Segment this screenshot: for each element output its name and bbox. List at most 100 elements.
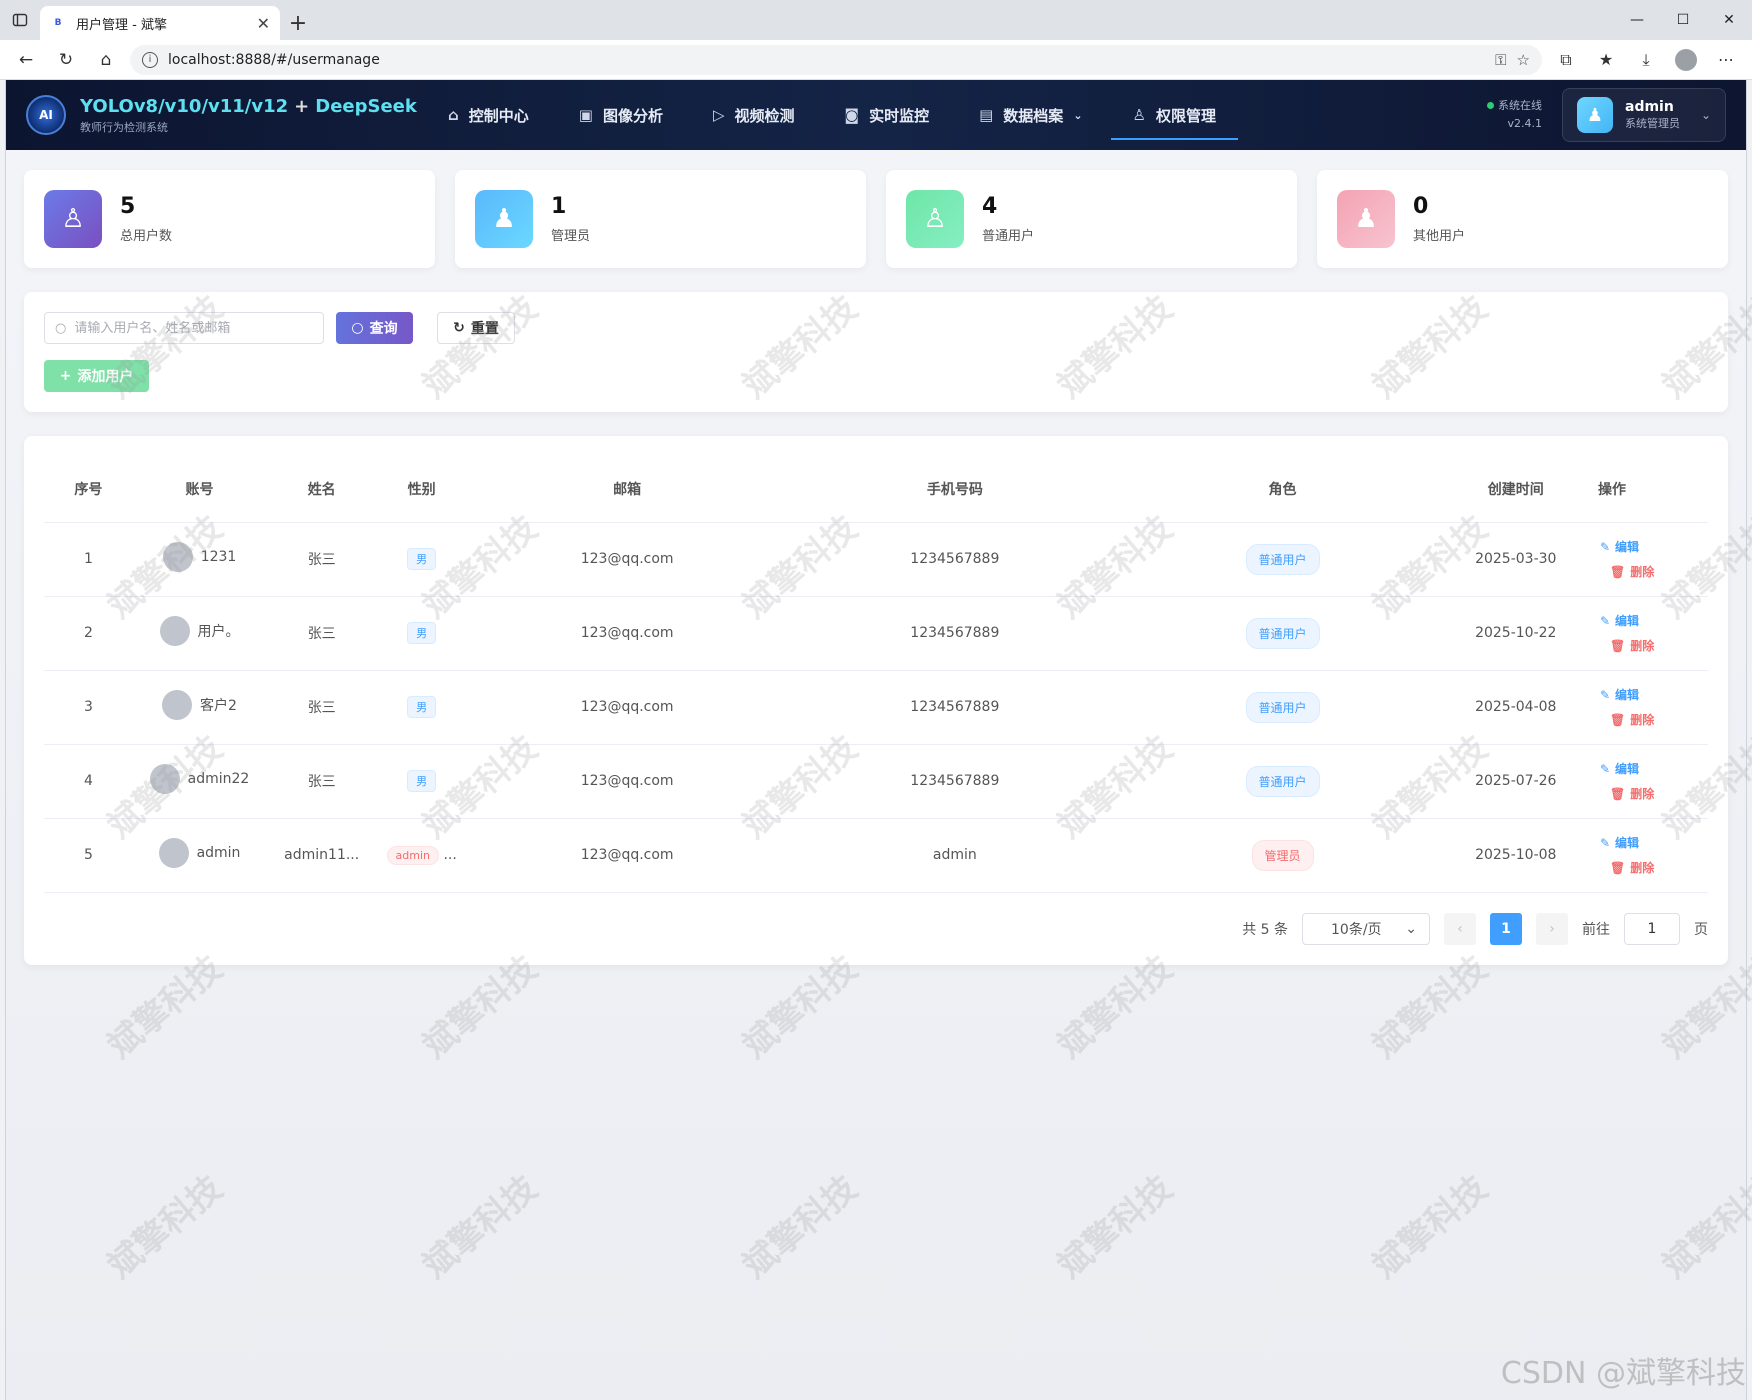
star-icon[interactable]: ☆ <box>1517 51 1530 69</box>
edit-button[interactable]: ✎ 编辑 <box>1600 612 1639 629</box>
user-role: 系统管理员 <box>1625 117 1680 130</box>
cell-created: 2025-03-30 <box>1443 522 1588 597</box>
admin-user-icon: ♟ <box>475 190 533 248</box>
delete-button[interactable]: 🗑 删除 <box>1610 785 1654 802</box>
browser-tab[interactable]: B 用户管理 - 斌擎 ✕ <box>40 6 280 40</box>
maximize-icon[interactable]: ☐ <box>1660 0 1706 40</box>
reset-label: 重置 <box>470 321 499 337</box>
chevron-down-icon: ⌄ <box>1405 920 1417 937</box>
site-info-icon[interactable]: i <box>142 51 158 68</box>
new-tab-button[interactable]: + <box>280 6 316 40</box>
app-title-ai: DeepSeek <box>315 95 417 117</box>
stat-value: 5 <box>120 194 136 219</box>
reset-button[interactable]: ↻ 重置 <box>437 312 515 344</box>
close-window-icon[interactable]: ✕ <box>1706 0 1752 40</box>
favorites-icon[interactable]: ★ <box>1590 44 1622 76</box>
gender-tag: 男 <box>407 548 437 570</box>
page-number-button[interactable]: 1 <box>1490 912 1522 945</box>
cell-role: 普通用户 <box>1121 670 1444 745</box>
cell-created: 2025-07-26 <box>1443 744 1588 819</box>
account-text: 客户2 <box>200 698 237 714</box>
app-logo[interactable]: AI YOLOv8/v10/v11/v12 + DeepSeek 教师行为检测系统 <box>26 95 426 135</box>
nav-item-data-archive[interactable]: ▤ 数据档案 ⌄ <box>957 80 1104 150</box>
edit-button[interactable]: ✎ 编辑 <box>1600 760 1639 777</box>
nav-item-control-center[interactable]: ⌂ 控制中心 <box>426 80 551 150</box>
delete-button[interactable]: 🗑 删除 <box>1610 563 1654 580</box>
role-tag: 普通用户 <box>1245 765 1320 797</box>
avatar <box>159 616 190 646</box>
trash-icon: 🗑 <box>1609 712 1626 727</box>
user-menu[interactable]: ♟ admin 系统管理员 ⌄ <box>1562 88 1726 142</box>
query-button[interactable]: ○ 查询 <box>336 312 413 344</box>
image-icon: ▣ <box>578 106 593 124</box>
nav-item-video-detection[interactable]: ▷ 视频检测 <box>691 80 817 150</box>
cell-account: 客户2 <box>132 670 267 745</box>
home-browser-icon[interactable]: ⌂ <box>90 44 122 76</box>
extensions-icon[interactable]: ⧉ <box>1550 44 1582 76</box>
delete-button[interactable]: 🗑 删除 <box>1610 711 1654 728</box>
trash-icon: 🗑 <box>1609 786 1626 801</box>
reload-icon[interactable]: ↻ <box>50 44 82 76</box>
stat-label: 其他用户 <box>1413 229 1466 244</box>
nav-item-image-analysis[interactable]: ▣ 图像分析 <box>557 80 685 150</box>
avatar <box>162 690 193 720</box>
page-size-select[interactable]: 10条/页 ⌄ <box>1302 912 1430 945</box>
total-count: 共 5 条 <box>1242 921 1288 938</box>
profile-icon[interactable] <box>1670 44 1702 76</box>
search-input[interactable] <box>74 320 313 336</box>
account-text: admin <box>196 845 241 861</box>
address-bar: ← ↻ ⌂ i localhost:8888/#/usermanage ⚿ ☆ … <box>0 40 1752 80</box>
back-icon[interactable]: ← <box>10 44 42 76</box>
edit-icon: ✎ <box>1599 761 1611 776</box>
gender-tag: 男 <box>407 696 437 718</box>
cell-name: 张三 <box>266 744 378 819</box>
col-header-account: 账号 <box>132 456 267 523</box>
home-icon: ⌂ <box>448 106 459 124</box>
cell-account: 用户。 <box>132 596 267 671</box>
close-tab-icon[interactable]: ✕ <box>257 14 270 33</box>
cell-role: 管理员 <box>1121 818 1444 893</box>
nav-item-realtime-monitor[interactable]: ◙ 实时监控 <box>823 80 952 150</box>
cell-name: 张三 <box>266 670 378 745</box>
col-header-name: 姓名 <box>266 456 378 523</box>
url-field[interactable]: i localhost:8888/#/usermanage ⚿ ☆ <box>130 44 1542 75</box>
cell-gender: admin ... <box>377 818 467 893</box>
table-row: 5 admin admin11... admin ... 123@qq.com … <box>44 818 1708 893</box>
cell-index: 2 <box>44 596 133 671</box>
edit-label: 编辑 <box>1615 762 1640 776</box>
edit-button[interactable]: ✎ 编辑 <box>1600 538 1639 555</box>
account-text: 用户。 <box>197 624 240 640</box>
version-text: v2.4.1 <box>1507 117 1543 130</box>
edit-icon: ✎ <box>1599 835 1611 850</box>
col-header-phone: 手机号码 <box>788 456 1122 523</box>
next-page-button[interactable]: › <box>1536 912 1568 945</box>
search-field[interactable]: ○ <box>44 312 324 344</box>
delete-button[interactable]: 🗑 删除 <box>1610 859 1654 876</box>
cell-index: 3 <box>44 670 133 745</box>
more-icon[interactable]: ⋯ <box>1710 44 1742 76</box>
url-text: localhost:8888/#/usermanage <box>168 51 380 68</box>
edit-button[interactable]: ✎ 编辑 <box>1600 834 1639 851</box>
minimize-icon[interactable]: — <box>1614 0 1660 40</box>
cell-name: admin11... <box>266 818 378 893</box>
status-text: 系统在线 <box>1498 99 1542 112</box>
nav-item-permission[interactable]: ♙ 权限管理 <box>1110 80 1239 150</box>
main-nav: ⌂ 控制中心 ▣ 图像分析 ▷ 视频检测 ◙ 实时监控 ▤ 数据档案 ⌄ ♙ 权… <box>426 80 1239 150</box>
col-header-email: 邮箱 <box>466 456 789 523</box>
stat-value: 4 <box>982 194 998 219</box>
app-title-main: YOLOv8/v10/v11/v12 <box>80 95 289 117</box>
prev-page-button[interactable]: ‹ <box>1444 912 1476 945</box>
cell-role: 普通用户 <box>1121 596 1444 671</box>
download-icon[interactable]: ⤓ <box>1630 44 1662 76</box>
user-outline-icon: ♙ <box>44 190 102 248</box>
key-icon[interactable]: ⚿ <box>1495 51 1506 69</box>
cell-index: 4 <box>44 744 133 819</box>
sidebar-toggle-icon[interactable] <box>0 0 40 40</box>
cell-account: admin <box>132 818 267 893</box>
delete-button[interactable]: 🗑 删除 <box>1610 637 1654 654</box>
goto-page-input[interactable]: 1 <box>1624 912 1680 945</box>
edit-button[interactable]: ✎ 编辑 <box>1600 686 1639 703</box>
cell-email: 123@qq.com <box>466 744 789 819</box>
edit-label: 编辑 <box>1615 540 1640 554</box>
add-user-button[interactable]: + 添加用户 <box>44 360 149 392</box>
